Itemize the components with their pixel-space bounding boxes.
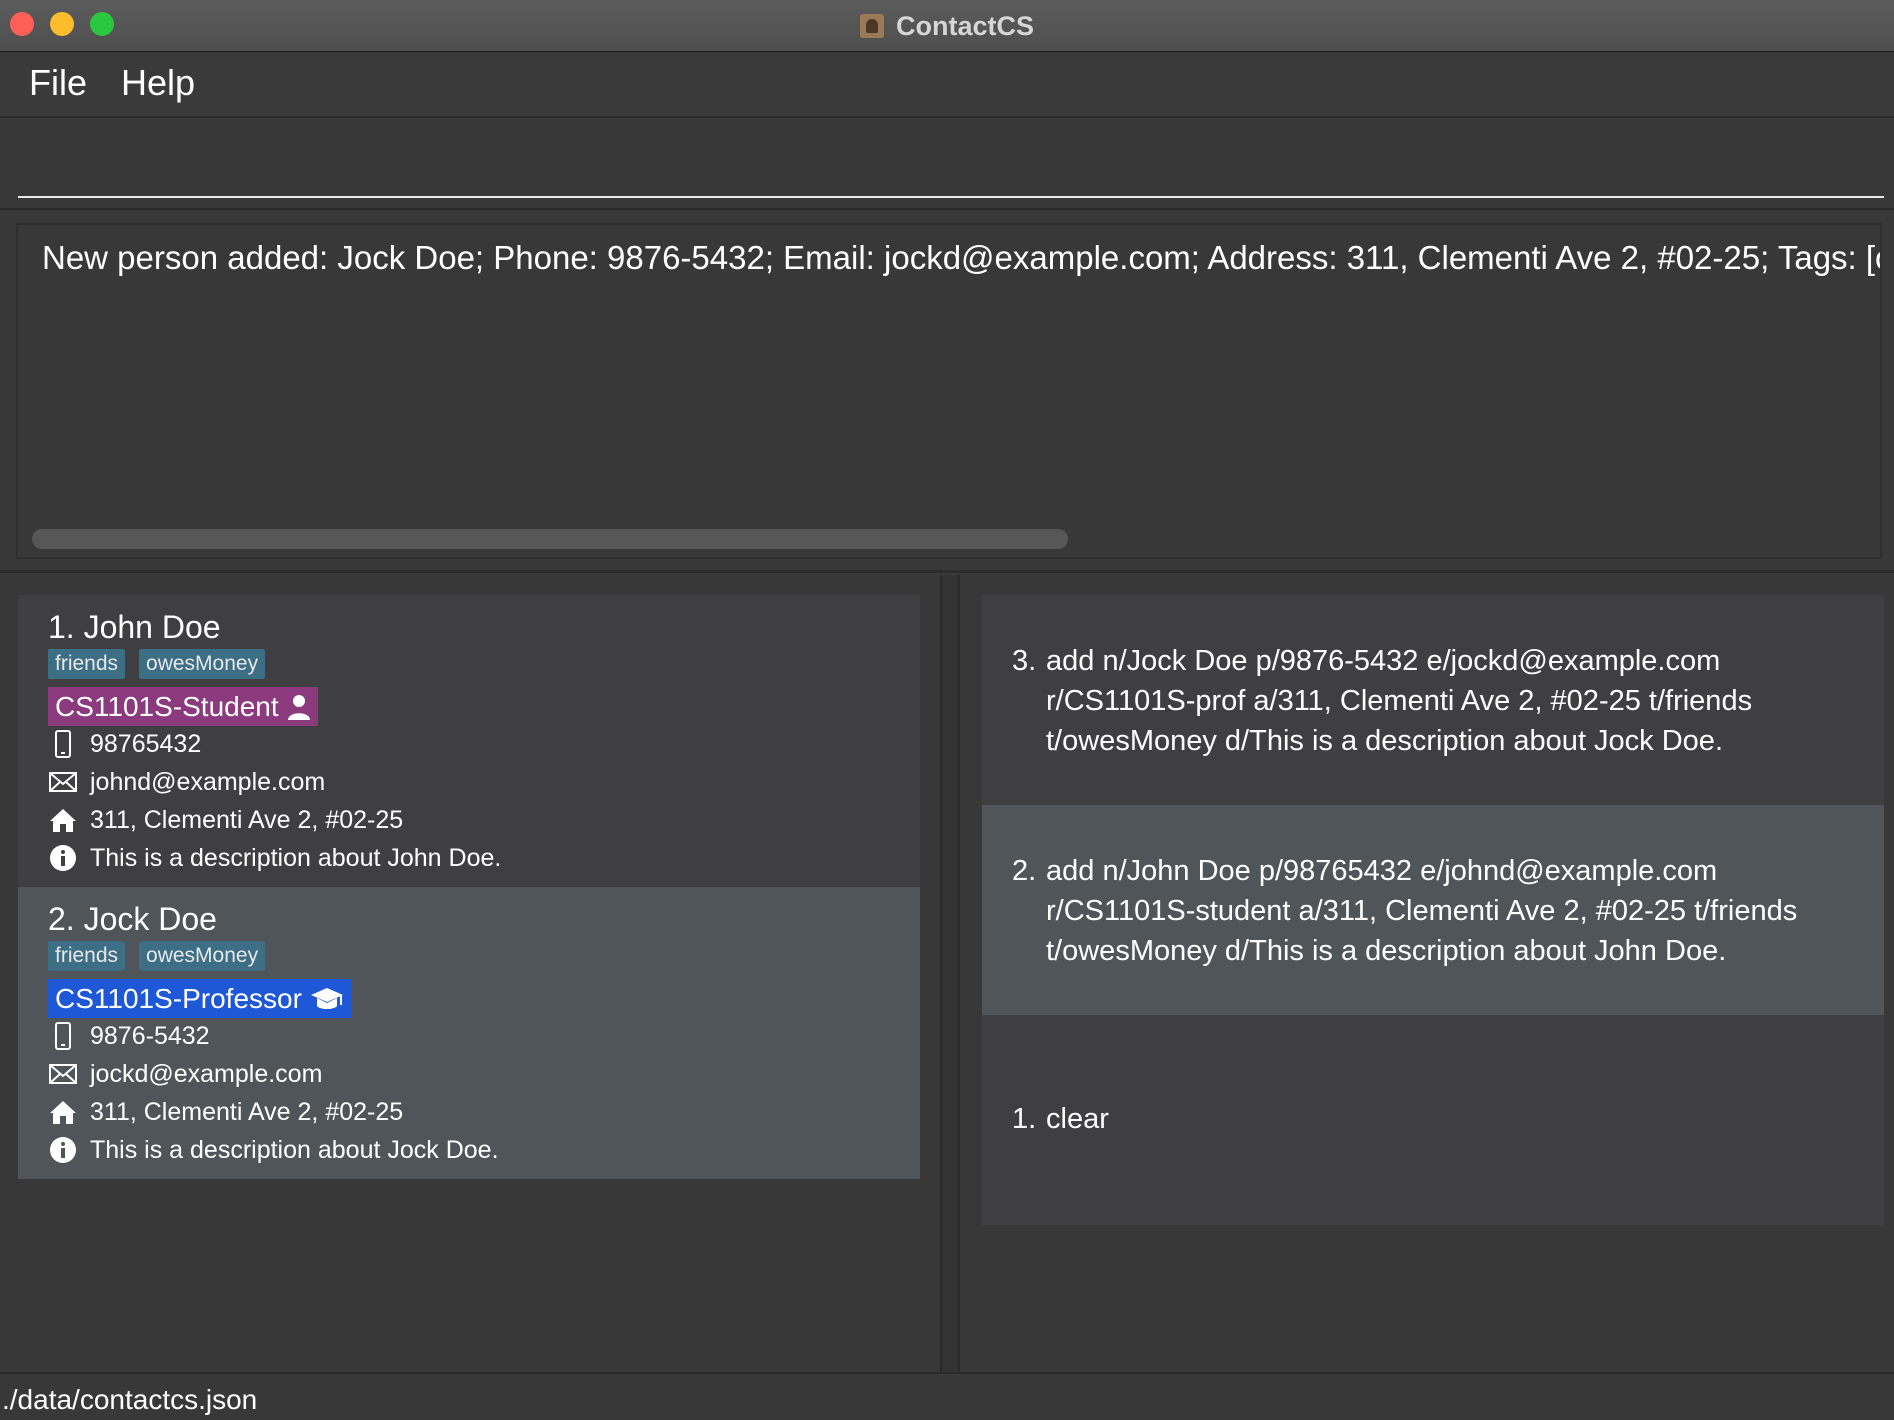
person-name: 2. Jock Doe xyxy=(48,901,217,937)
phone-icon xyxy=(48,1021,78,1051)
person-card[interactable]: 1. John Doe friends owesMoney CS1101S-St… xyxy=(18,595,920,887)
save-location: ./data/contactcs.json xyxy=(2,1384,258,1415)
phone-icon xyxy=(48,729,78,759)
role-badge: CS1101S-Professor xyxy=(48,979,351,1018)
phone-value: 9876-5432 xyxy=(90,1021,210,1050)
title-bar: ContactCS xyxy=(0,0,1894,52)
phone-field: 9876-5432 xyxy=(48,1021,210,1051)
description-field: This is a description about John Doe. xyxy=(48,843,501,873)
title-wrap: ContactCS xyxy=(0,0,1894,52)
address-field: 311, Clementi Ave 2, #02-25 xyxy=(48,1097,403,1127)
status-bar: ./data/contactcs.json xyxy=(0,1372,1894,1420)
history-number: 2. xyxy=(1012,855,1037,887)
address-value: 311, Clementi Ave 2, #02-25 xyxy=(90,805,404,834)
home-icon xyxy=(48,1097,78,1127)
history-command: add n/John Doe p/98765432 e/johnd@exampl… xyxy=(1046,855,1798,967)
person-card[interactable]: 2. Jock Doe friends owesMoney CS1101S-Pr… xyxy=(18,887,920,1179)
role-badge: CS1101S-Student xyxy=(48,687,318,726)
command-input[interactable] xyxy=(18,118,1884,198)
description-field: This is a description about Jock Doe. xyxy=(48,1135,499,1165)
history-row: 1. clear xyxy=(1012,1099,1866,1139)
tag-list: friends owesMoney xyxy=(48,649,266,679)
person-list[interactable]: 1. John Doe friends owesMoney CS1101S-St… xyxy=(0,575,940,1372)
command-history-list[interactable]: 3. add n/Jock Doe p/9876-5432 e/jockd@ex… xyxy=(960,575,1894,1372)
app-icon xyxy=(859,14,884,38)
divider xyxy=(0,208,1894,210)
tag: owesMoney xyxy=(139,941,266,971)
graduation-cap-icon xyxy=(310,987,343,1009)
history-item[interactable]: 2. add n/John Doe p/98765432 e/johnd@exa… xyxy=(982,805,1884,1015)
history-number: 3. xyxy=(1012,645,1037,677)
menu-help[interactable]: Help xyxy=(121,62,195,104)
role-label: CS1101S-Student xyxy=(55,690,279,722)
email-value: jockd@example.com xyxy=(90,1059,323,1088)
history-command: clear xyxy=(1046,1103,1109,1135)
result-display[interactable]: New person added: Jock Doe; Phone: 9876-… xyxy=(16,223,1882,559)
history-row: 2. add n/John Doe p/98765432 e/johnd@exa… xyxy=(1012,851,1866,971)
tag: friends xyxy=(48,941,126,971)
split-pane-divider[interactable] xyxy=(940,575,960,1372)
info-icon xyxy=(48,843,78,873)
history-row: 3. add n/Jock Doe p/9876-5432 e/jockd@ex… xyxy=(1012,641,1866,761)
history-item[interactable]: 3. add n/Jock Doe p/9876-5432 e/jockd@ex… xyxy=(982,595,1884,805)
envelope-icon xyxy=(48,1059,78,1089)
tag-list: friends owesMoney xyxy=(48,941,266,971)
info-icon xyxy=(48,1135,78,1165)
phone-field: 98765432 xyxy=(48,729,201,759)
result-text: New person added: Jock Doe; Phone: 9876-… xyxy=(42,239,1880,276)
address-value: 311, Clementi Ave 2, #02-25 xyxy=(90,1097,404,1126)
window-title: ContactCS xyxy=(895,10,1034,41)
email-value: johnd@example.com xyxy=(90,767,326,796)
email-field: johnd@example.com xyxy=(48,767,325,797)
address-field: 311, Clementi Ave 2, #02-25 xyxy=(48,805,403,835)
tag: owesMoney xyxy=(139,649,266,679)
tag: friends xyxy=(48,649,126,679)
command-area xyxy=(0,118,1894,210)
phone-value: 98765432 xyxy=(90,729,202,758)
history-item[interactable]: 1. clear xyxy=(982,1015,1884,1225)
home-icon xyxy=(48,805,78,835)
divider xyxy=(0,570,1894,573)
menu-bar: File Help xyxy=(0,52,1894,118)
menu-file[interactable]: File xyxy=(29,62,87,104)
person-name: 1. John Doe xyxy=(48,609,221,645)
description-value: This is a description about Jock Doe. xyxy=(90,1135,499,1164)
envelope-icon xyxy=(48,767,78,797)
email-field: jockd@example.com xyxy=(48,1059,322,1089)
description-value: This is a description about John Doe. xyxy=(90,843,502,872)
person-icon xyxy=(287,694,310,720)
history-command: add n/Jock Doe p/9876-5432 e/jockd@examp… xyxy=(1046,645,1753,757)
history-number: 1. xyxy=(1012,1103,1037,1135)
horizontal-scrollbar[interactable] xyxy=(32,529,1068,549)
role-label: CS1101S-Professor xyxy=(55,982,302,1014)
